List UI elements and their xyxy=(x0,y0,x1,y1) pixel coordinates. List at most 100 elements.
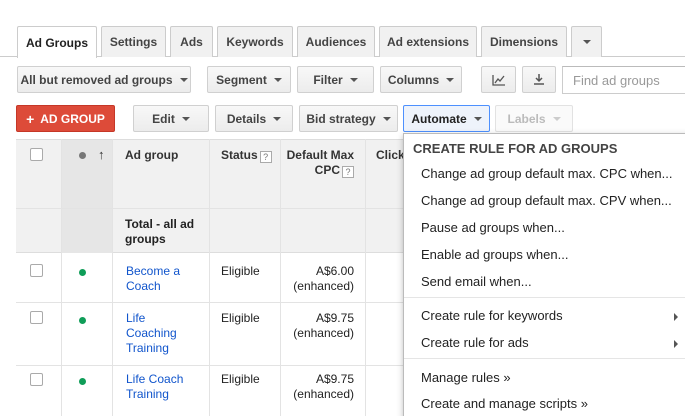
tab-ads[interactable]: Ads xyxy=(170,26,213,57)
clicks-column-header[interactable]: Click xyxy=(376,148,405,163)
select-all-checkbox[interactable] xyxy=(30,148,43,161)
menu-item-rule-ads[interactable]: Create rule for ads xyxy=(421,335,685,350)
automate-label: Automate xyxy=(411,111,467,126)
tab-ad-groups[interactable]: Ad Groups xyxy=(17,26,97,58)
chart-toggle-button[interactable] xyxy=(481,66,516,93)
download-icon xyxy=(534,74,544,85)
automate-menu: CREATE RULE FOR AD GROUPS Change ad grou… xyxy=(403,133,685,416)
menu-item-pause[interactable]: Pause ad groups when... xyxy=(421,220,565,235)
more-tabs-button[interactable] xyxy=(571,26,602,57)
tab-settings[interactable]: Settings xyxy=(101,26,166,57)
ad-group-link[interactable]: Life Coaching Training xyxy=(126,311,177,356)
add-ad-group-button[interactable]: + AD GROUP xyxy=(16,105,115,132)
tab-label: Settings xyxy=(109,35,158,49)
edit-dropdown[interactable]: Edit xyxy=(133,105,209,132)
ad-group-name-line: Training xyxy=(126,341,169,355)
cpc-amount: A$9.75 xyxy=(315,372,354,386)
column-divider xyxy=(209,139,210,416)
status-enabled-icon xyxy=(79,317,86,324)
view-filter-label: All but removed ad groups xyxy=(20,72,173,87)
menu-item-enable[interactable]: Enable ad groups when... xyxy=(421,247,568,262)
labels-dropdown[interactable]: Labels xyxy=(495,105,573,132)
cpc-value[interactable]: A$6.00 (enhanced) xyxy=(282,264,354,294)
status-header-label: Status xyxy=(221,148,258,162)
segment-label: Segment xyxy=(216,72,267,87)
tab-label: Keywords xyxy=(226,35,284,49)
chevron-down-icon xyxy=(382,116,391,121)
help-icon[interactable]: ? xyxy=(259,151,272,163)
cpc-amount: A$9.75 xyxy=(315,311,354,325)
menu-item-change-cpc[interactable]: Change ad group default max. CPC when... xyxy=(421,166,672,181)
view-filter-dropdown[interactable]: All but removed ad groups xyxy=(17,66,191,93)
tab-audiences[interactable]: Audiences xyxy=(297,26,375,57)
tab-dimensions[interactable]: Dimensions xyxy=(481,26,567,57)
search-placeholder: Find ad groups xyxy=(573,72,660,88)
column-divider xyxy=(112,139,113,416)
status-dot-header-icon xyxy=(79,152,86,159)
ad-group-name-line: Coaching xyxy=(126,326,177,340)
details-label: Details xyxy=(226,111,267,126)
labels-label: Labels xyxy=(507,111,546,126)
plus-icon: + xyxy=(26,110,35,127)
menu-divider xyxy=(404,358,685,359)
tab-label: Ads xyxy=(180,35,203,49)
edit-label: Edit xyxy=(152,111,175,126)
column-divider xyxy=(61,139,62,416)
menu-divider xyxy=(404,297,685,298)
ad-group-name-line: Coach xyxy=(126,279,161,293)
row-checkbox[interactable] xyxy=(30,264,43,277)
ad-group-column-header[interactable]: Ad group xyxy=(125,148,178,163)
cpc-value[interactable]: A$9.75 (enhanced) xyxy=(282,311,354,341)
cpc-note: (enhanced) xyxy=(293,387,354,401)
filter-dropdown[interactable]: Filter xyxy=(297,66,374,93)
row-checkbox[interactable] xyxy=(30,373,43,386)
tab-ad-extensions[interactable]: Ad extensions xyxy=(379,26,477,57)
chevron-down-icon xyxy=(181,116,190,121)
chevron-down-icon xyxy=(446,77,455,82)
filter-label: Filter xyxy=(313,72,343,87)
tab-bar: Ad Groups Settings Ads Keywords Audience… xyxy=(0,26,685,58)
menu-item-manage-scripts[interactable]: Create and manage scripts » xyxy=(421,396,588,411)
details-dropdown[interactable]: Details xyxy=(215,105,293,132)
sort-ascending-icon[interactable]: ↑ xyxy=(98,147,105,162)
line-chart-icon xyxy=(491,74,505,86)
submenu-label: Create rule for keywords xyxy=(421,308,563,323)
status-column-header[interactable]: Status? xyxy=(221,148,272,163)
total-label-line: Total - all ad xyxy=(125,217,195,231)
cpc-header-line: Default Max xyxy=(286,148,354,162)
chevron-down-icon xyxy=(273,116,282,121)
menu-item-rule-keywords[interactable]: Create rule for keywords xyxy=(421,308,685,323)
menu-item-manage-rules[interactable]: Manage rules » xyxy=(421,370,511,385)
automate-dropdown[interactable]: Automate xyxy=(403,105,490,132)
cpc-value[interactable]: A$9.75 (enhanced) xyxy=(282,372,354,402)
chevron-down-icon xyxy=(552,116,561,121)
ad-group-link[interactable]: Life Coach Training xyxy=(126,372,183,402)
segment-dropdown[interactable]: Segment xyxy=(207,66,291,93)
ad-group-name-line: Become a xyxy=(126,264,181,278)
total-row-label: Total - all ad groups xyxy=(125,217,194,247)
tab-label: Dimensions xyxy=(489,35,558,49)
ad-group-link[interactable]: Become a Coach xyxy=(126,264,180,294)
column-divider xyxy=(280,139,281,416)
chevron-down-icon xyxy=(273,77,282,82)
menu-item-send-email[interactable]: Send email when... xyxy=(421,274,532,289)
tab-keywords[interactable]: Keywords xyxy=(217,26,293,57)
download-button[interactable] xyxy=(522,66,556,93)
columns-dropdown[interactable]: Columns xyxy=(380,66,462,93)
tab-label: Audiences xyxy=(305,35,367,49)
search-input[interactable]: Find ad groups xyxy=(562,66,685,94)
row-checkbox[interactable] xyxy=(30,311,43,324)
bid-strategy-dropdown[interactable]: Bid strategy xyxy=(299,105,398,132)
total-label-line: groups xyxy=(125,232,166,246)
cpc-note: (enhanced) xyxy=(293,326,354,340)
chevron-down-icon xyxy=(473,116,482,121)
default-max-cpc-column-header[interactable]: Default Max CPC? xyxy=(282,148,354,178)
status-enabled-icon xyxy=(79,269,86,276)
column-divider xyxy=(365,139,366,416)
status-value: Eligible xyxy=(221,264,260,278)
help-icon[interactable]: ? xyxy=(342,166,354,178)
chevron-down-icon xyxy=(179,77,188,82)
add-ad-group-label: AD GROUP xyxy=(40,111,105,126)
chevron-down-icon xyxy=(349,77,358,82)
menu-item-change-cpv[interactable]: Change ad group default max. CPV when... xyxy=(421,193,672,208)
